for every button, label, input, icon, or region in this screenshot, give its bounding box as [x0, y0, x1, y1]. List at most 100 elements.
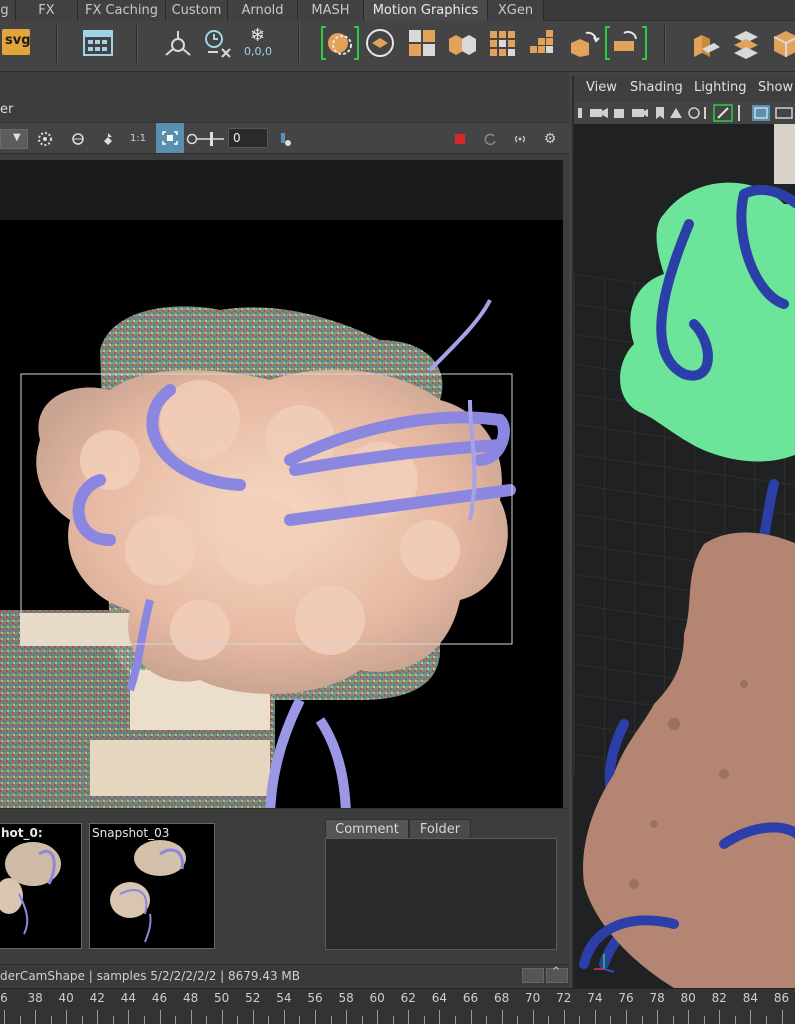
time-tick [501, 1010, 503, 1024]
time-label: 50 [214, 991, 230, 1005]
time-label: 40 [58, 991, 74, 1005]
time-tick [66, 1010, 68, 1024]
comment-field[interactable] [325, 838, 557, 950]
viewport-canvas [574, 124, 795, 988]
time-label: 62 [400, 991, 416, 1005]
time-tick [175, 1016, 177, 1024]
snapshot-toggle-button[interactable] [522, 968, 544, 983]
shelf-tabs: g FX FX Caching Custom Arnold MASH Motio… [0, 0, 795, 21]
menu-show[interactable]: Show [758, 80, 793, 95]
render-image [0, 299, 516, 876]
shelf-tab-motion-graphics[interactable]: Motion Graphics [364, 0, 488, 21]
stack-blocks-icon[interactable] [690, 27, 722, 59]
svg-tool-icon[interactable]: svg [2, 29, 31, 55]
time-tick [626, 1010, 627, 1024]
time-tick [361, 1016, 363, 1024]
box-open-icon[interactable] [770, 27, 795, 59]
time-tick [50, 1016, 52, 1024]
snapshot-thumb[interactable]: Snapshot_03 [89, 823, 215, 949]
shelf-separator [56, 25, 58, 63]
layer-disc-icon[interactable] [364, 27, 396, 59]
svg-tool-label: svg [5, 33, 31, 48]
gear-icon[interactable]: ⚙ [540, 129, 560, 149]
snowflake-glyph: ❄ [250, 25, 266, 46]
select-lasso-icon[interactable] [320, 23, 360, 63]
shelf-tab-fx-caching[interactable]: FX Caching [78, 0, 166, 21]
shelf-tab-rendering[interactable]: g [0, 0, 16, 21]
status-text: derCamShape | samples 5/2/2/2/2/2 | 8679… [0, 969, 301, 983]
shelf-tab-custom[interactable]: Custom [166, 0, 228, 21]
time-label: 48 [182, 991, 199, 1005]
grid-cubes-icon[interactable] [486, 27, 518, 59]
channel-display-icon[interactable] [68, 129, 88, 149]
camera-rig-icon[interactable] [162, 27, 194, 59]
snowflake-freeze-icon[interactable]: ❄ 0,0,0 [240, 25, 276, 59]
snapshot-label: hot_0: [1, 826, 43, 840]
shelf-tab-mash[interactable]: MASH [298, 0, 364, 21]
time-label: 68 [493, 991, 510, 1005]
frame-region-button[interactable] [156, 123, 184, 153]
exposure-field[interactable] [228, 128, 268, 148]
color-channels-icon[interactable] [98, 129, 118, 149]
ratio-button[interactable]: 1:1 [128, 129, 148, 149]
frame-region-icon [162, 131, 178, 145]
tab-comment[interactable]: Comment [325, 819, 409, 839]
render-canvas-header [0, 160, 563, 220]
render-region-icon[interactable] [35, 129, 55, 149]
grid-stack-icon[interactable] [528, 27, 560, 59]
shelf-tab-fx[interactable]: FX [16, 0, 78, 21]
time-tick [330, 1016, 332, 1024]
time-tick [486, 1016, 488, 1024]
transform-cycle-icon[interactable] [568, 27, 600, 59]
snapshot-image [0, 842, 61, 935]
clock-time-icon[interactable] [202, 27, 234, 59]
snapshot-color-icon[interactable] [276, 129, 296, 149]
time-tick [781, 1010, 783, 1024]
time-tick [408, 1010, 410, 1024]
refresh-icon[interactable] [480, 129, 500, 149]
menu-shading[interactable]: Shading [630, 80, 683, 95]
camera-dropdown[interactable]: ▼ [0, 129, 28, 149]
time-tick [610, 1016, 612, 1024]
exposure-slider[interactable] [186, 129, 226, 149]
time-label: 64 [431, 991, 448, 1005]
time-tick [563, 1010, 565, 1024]
viewport-scene [574, 124, 795, 988]
time-tick [237, 1016, 239, 1024]
time-tick [221, 1010, 223, 1024]
tab-folder[interactable]: Folder [409, 819, 471, 839]
viewport-toolbar [574, 102, 795, 124]
time-tick [268, 1016, 270, 1024]
snowflake-value: 0,0,0 [244, 45, 272, 58]
diamond-stack-icon[interactable] [730, 27, 762, 59]
time-label: 78 [649, 991, 665, 1005]
ipr-broadcast-icon[interactable] [510, 129, 530, 149]
time-tick [190, 1010, 192, 1024]
transform-bracket-icon[interactable] [604, 23, 648, 63]
tile-split-icon[interactable] [406, 27, 438, 59]
time-tick [765, 1016, 767, 1024]
render-canvas [0, 160, 563, 876]
time-tick [594, 1010, 596, 1024]
shelf-separator [664, 25, 666, 63]
menu-lighting[interactable]: Lighting [694, 80, 747, 95]
snapshot-label: Snapshot_03 [92, 826, 170, 840]
shelf-separator [298, 25, 300, 63]
shelf-tab-xgen[interactable]: XGen [488, 0, 544, 21]
collapse-button[interactable]: ^ [546, 966, 568, 983]
time-tick [35, 1010, 37, 1024]
time-tick [579, 1016, 581, 1024]
time-label: 52 [245, 991, 261, 1005]
time-label: 66 [462, 991, 479, 1005]
time-label: 42 [89, 991, 105, 1005]
time-label: 70 [525, 991, 541, 1005]
menu-view[interactable]: View [586, 80, 617, 95]
shelf-tab-arnold[interactable]: Arnold [228, 0, 298, 21]
grid-layout-icon[interactable] [82, 27, 114, 59]
record-icon[interactable] [455, 134, 465, 144]
time-slider[interactable]: 6 38 40 42 44 46 48 50 52 54 56 58 60 62 64 66 68 70 72 74 7… [0, 988, 795, 1024]
time-tick [4, 1010, 5, 1024]
cube-pair-icon[interactable] [446, 27, 478, 59]
snapshot-thumb[interactable]: hot_0: [0, 823, 82, 949]
viewport-tool-icons[interactable] [576, 104, 795, 122]
